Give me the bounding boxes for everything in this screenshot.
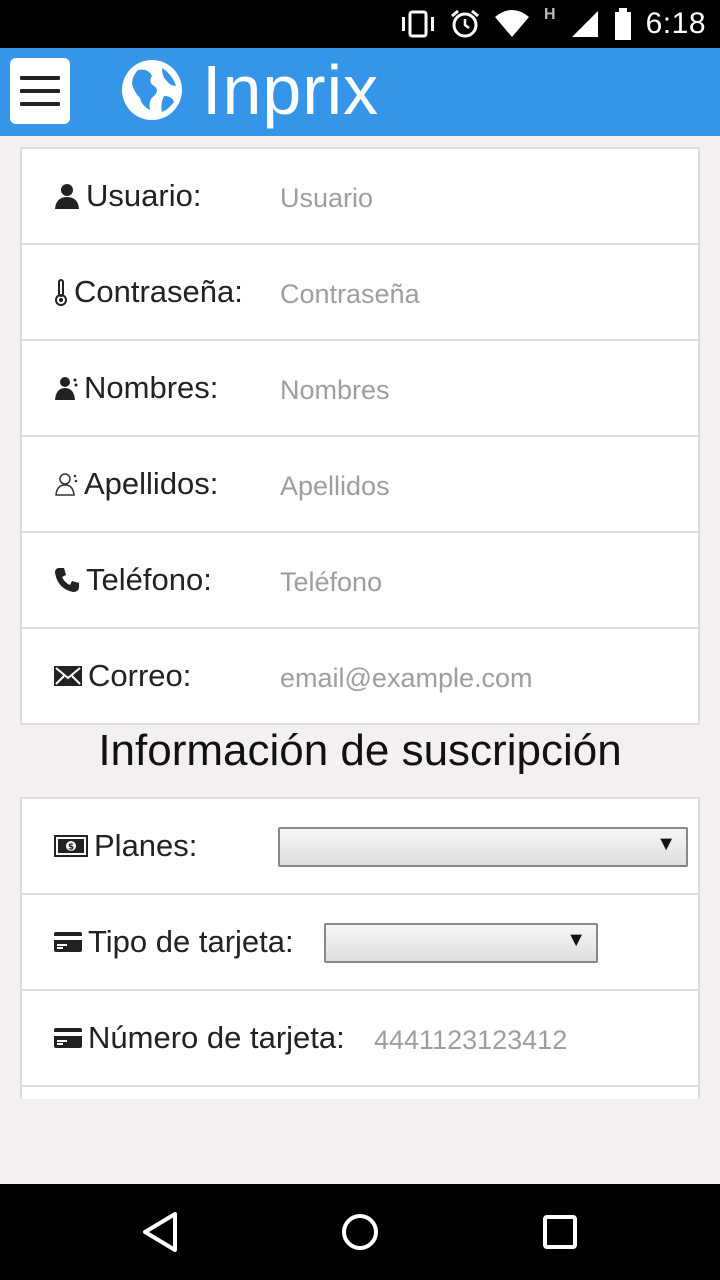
home-icon[interactable] — [340, 1210, 380, 1254]
system-nav-bar — [0, 1184, 720, 1280]
app-bar: Inprix — [0, 48, 720, 136]
card-type-select[interactable]: ▼ — [324, 923, 598, 963]
card-number-label: Número de tarjeta: — [54, 991, 345, 1085]
vibrate-icon — [402, 10, 435, 38]
card-type-row: Tipo de tarjeta: ▼ — [22, 895, 698, 991]
first-name-row: Nombres: Nombres — [22, 341, 698, 437]
username-input[interactable]: Usuario — [280, 149, 373, 243]
email-input[interactable]: email@example.com — [280, 629, 533, 723]
plans-select[interactable]: ▼ — [278, 827, 688, 867]
first-name-label: Nombres: — [54, 341, 218, 435]
last-name-label: Apellidos: — [54, 437, 218, 531]
account-form: Usuario: Usuario Contraseña: Contraseña … — [20, 147, 700, 725]
password-row: Contraseña: Contraseña — [22, 245, 698, 341]
subscription-form: $ Planes: ▼ Tipo de tarjeta: ▼ Número de… — [20, 797, 700, 1099]
thermometer-icon — [55, 279, 67, 306]
network-type-indicator: H — [544, 6, 556, 23]
credit-card-icon — [54, 932, 82, 952]
phone-input[interactable]: Teléfono — [280, 533, 382, 627]
wifi-icon — [495, 10, 530, 37]
plans-label: $ Planes: — [54, 799, 197, 893]
recents-icon[interactable] — [540, 1210, 580, 1254]
globe-icon — [122, 60, 182, 120]
user-tie-icon — [55, 377, 78, 400]
user-outline-icon — [55, 473, 78, 496]
email-label: Correo: — [54, 629, 191, 723]
subscription-title: Información de suscripción — [98, 726, 622, 775]
battery-icon — [614, 8, 631, 40]
chevron-down-icon: ▼ — [566, 929, 586, 951]
password-label: Contraseña: — [54, 245, 243, 339]
app-brand-title: Inprix — [202, 51, 380, 129]
phone-label: Teléfono: — [54, 533, 212, 627]
signal-icon — [571, 11, 598, 37]
user-icon — [55, 184, 79, 209]
card-type-label: Tipo de tarjeta: — [54, 895, 294, 989]
email-row: Correo: email@example.com — [22, 629, 698, 725]
status-bar: H 6:18 — [0, 0, 720, 48]
envelope-icon — [54, 666, 82, 686]
clock: 6:18 — [645, 7, 706, 40]
credit-card-icon — [54, 1028, 82, 1048]
hamburger-menu-icon[interactable] — [10, 58, 70, 124]
last-name-row: Apellidos: Apellidos — [22, 437, 698, 533]
alarm-icon — [451, 9, 480, 38]
username-label: Usuario: — [54, 149, 201, 243]
chevron-down-icon: ▼ — [656, 833, 676, 855]
last-name-input[interactable]: Apellidos — [280, 437, 390, 531]
username-row: Usuario: Usuario — [22, 149, 698, 245]
phone-row: Teléfono: Teléfono — [22, 533, 698, 629]
card-number-input[interactable]: 4441123123412 — [374, 991, 567, 1085]
card-number-row: Número de tarjeta: 4441123123412 — [22, 991, 698, 1087]
next-row-partial — [22, 1087, 698, 1099]
plans-row: $ Planes: ▼ — [22, 799, 698, 895]
first-name-input[interactable]: Nombres — [280, 341, 390, 435]
back-icon[interactable] — [140, 1210, 180, 1254]
phone-icon — [55, 568, 79, 592]
money-icon: $ — [54, 835, 88, 857]
svg-text:$: $ — [68, 843, 74, 853]
password-input[interactable]: Contraseña — [280, 245, 420, 339]
